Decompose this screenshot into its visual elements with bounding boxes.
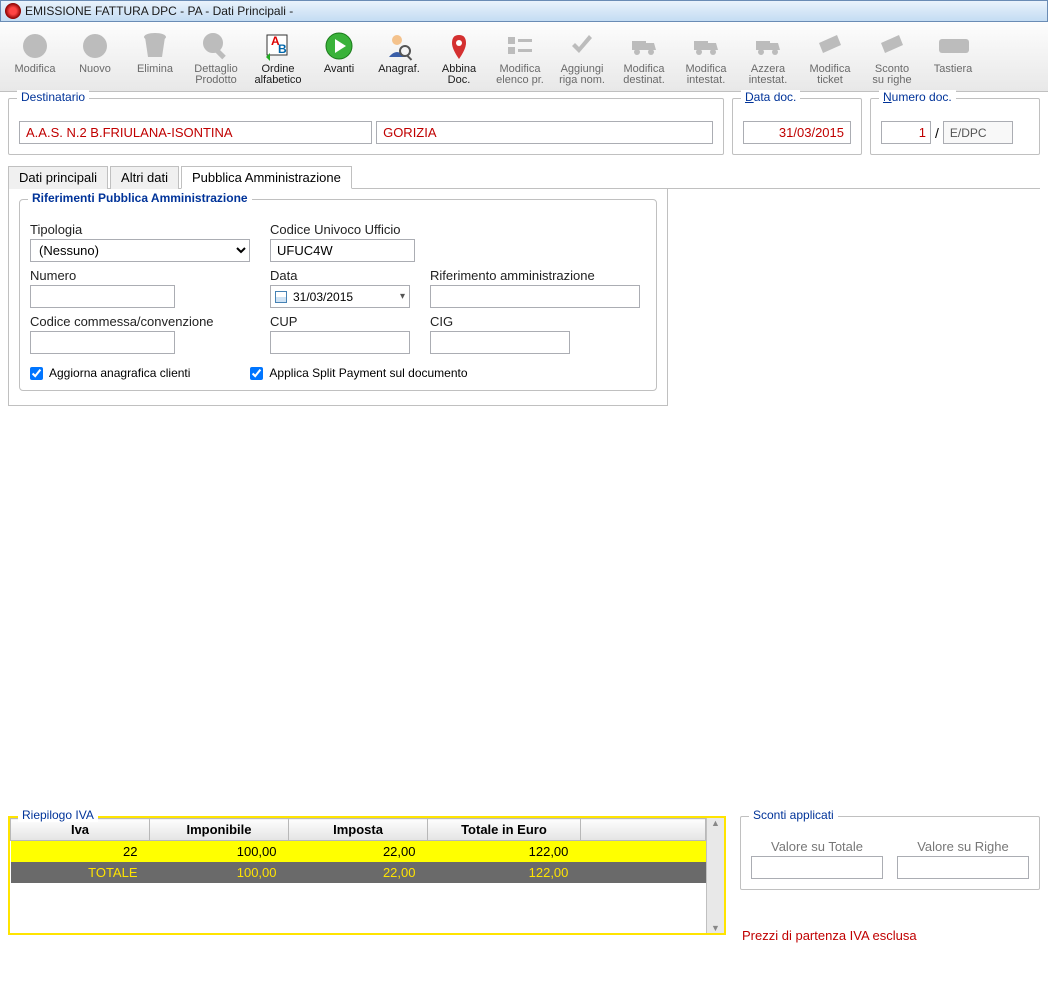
azzera-intestat-button[interactable]: Azzera intestat. bbox=[738, 25, 798, 89]
pa-legend: Riferimenti Pubblica Amministrazione bbox=[28, 191, 252, 205]
iva-h4: Totale in Euro bbox=[428, 819, 581, 841]
svg-text:B: B bbox=[278, 42, 287, 56]
pin-icon bbox=[443, 30, 475, 62]
modifica-elenco-button[interactable]: Modifica elenco pr. bbox=[490, 25, 550, 89]
rif-label: Riferimento amministrazione bbox=[430, 268, 640, 283]
chevron-down-icon: ▾ bbox=[400, 291, 405, 302]
tab-dati-principali[interactable]: Dati principali bbox=[8, 166, 108, 189]
destinatario-legend: Destinatario bbox=[17, 90, 89, 104]
modifica-ticket-button[interactable]: Modifica ticket bbox=[800, 25, 860, 89]
window-title: EMISSIONE FATTURA DPC - PA - Dati Princi… bbox=[25, 4, 293, 18]
pa-fieldset: Riferimenti Pubblica Amministrazione Tip… bbox=[19, 199, 657, 391]
cup-label: CUP bbox=[270, 314, 420, 329]
cig-input[interactable] bbox=[430, 331, 570, 354]
chk-aggiorna[interactable]: Aggiorna anagrafica clienti bbox=[30, 366, 190, 380]
data-label: Data bbox=[270, 268, 420, 283]
dettaglio-button[interactable]: Dettaglio Prodotto bbox=[186, 25, 246, 89]
scrollbar[interactable]: ▲ ▼ bbox=[706, 818, 724, 933]
tipologia-select[interactable]: (Nessuno) bbox=[30, 239, 250, 262]
codice-label: Codice Univoco Ufficio bbox=[270, 222, 640, 237]
sconto-button[interactable]: Sconto su righe bbox=[862, 25, 922, 89]
play-icon bbox=[323, 30, 355, 62]
aggiungi-riga-button[interactable]: Aggiungi riga nom. bbox=[552, 25, 612, 89]
modifica-intestat-button[interactable]: Modifica intestat. bbox=[676, 25, 736, 89]
numero-label: Numero bbox=[30, 268, 260, 283]
truck-icon bbox=[690, 30, 722, 62]
tab-pubblica-amministrazione[interactable]: Pubblica Amministrazione bbox=[181, 166, 352, 189]
numero-doc-box: Numero doc. / bbox=[870, 98, 1040, 155]
table-row[interactable]: 22100,0022,00122,00 bbox=[11, 841, 706, 863]
avanti-button[interactable]: Avanti bbox=[310, 25, 368, 89]
prezzi-note: Prezzi di partenza IVA esclusa bbox=[742, 928, 1040, 943]
calendar-icon bbox=[275, 291, 287, 303]
tabs: Dati principali Altri dati Pubblica Ammi… bbox=[8, 165, 1040, 189]
tipologia-label: Tipologia bbox=[30, 222, 260, 237]
numero-input[interactable] bbox=[30, 285, 175, 308]
truck-icon bbox=[628, 30, 660, 62]
valore-totale-input[interactable] bbox=[751, 856, 883, 879]
nuovo-button[interactable]: Nuovo bbox=[66, 25, 124, 89]
destinatario-box: Destinatario bbox=[8, 98, 724, 155]
commessa-input[interactable] bbox=[30, 331, 175, 354]
rif-input[interactable] bbox=[430, 285, 640, 308]
iva-h3: Imposta bbox=[289, 819, 428, 841]
destinatario-name-input[interactable] bbox=[19, 121, 372, 144]
sort-az-icon: AB bbox=[262, 30, 294, 62]
circle-icon bbox=[19, 30, 51, 62]
modifica-button[interactable]: Modifica bbox=[6, 25, 64, 89]
keyboard-icon bbox=[937, 30, 969, 62]
data-doc-input[interactable] bbox=[743, 121, 851, 144]
numero-doc-input[interactable] bbox=[881, 121, 931, 144]
valore-righe-input[interactable] bbox=[897, 856, 1029, 879]
iva-h5 bbox=[580, 819, 705, 841]
commessa-label: Codice commessa/convenzione bbox=[30, 314, 260, 329]
person-search-icon bbox=[383, 30, 415, 62]
magnify-icon bbox=[200, 30, 232, 62]
toolbar: Modifica Nuovo Elimina Dettaglio Prodott… bbox=[0, 22, 1048, 92]
anagraf-button[interactable]: Anagraf. bbox=[370, 25, 428, 89]
data-input[interactable]: 31/03/2015 ▾ bbox=[270, 285, 410, 308]
ticket-icon bbox=[876, 30, 908, 62]
codice-input[interactable] bbox=[270, 239, 415, 262]
truck-x-icon bbox=[752, 30, 784, 62]
tab-altri-dati[interactable]: Altri dati bbox=[110, 166, 179, 189]
valore-totale-label: Valore su Totale bbox=[751, 839, 883, 854]
iva-table: Iva Imponibile Imposta Totale in Euro 22… bbox=[10, 818, 706, 883]
ordine-button[interactable]: AB Ordine alfabetico bbox=[248, 25, 308, 89]
destinatario-city-input[interactable] bbox=[376, 121, 713, 144]
tastiera-button[interactable]: Tastiera bbox=[924, 25, 982, 89]
abbina-button[interactable]: Abbina Doc. bbox=[430, 25, 488, 89]
title-bar: EMISSIONE FATTURA DPC - PA - Dati Princi… bbox=[0, 0, 1048, 22]
ticket-icon bbox=[814, 30, 846, 62]
cig-label: CIG bbox=[430, 314, 640, 329]
modifica-destinat-button[interactable]: Modifica destinat. bbox=[614, 25, 674, 89]
valore-righe-label: Valore su Righe bbox=[897, 839, 1029, 854]
iva-h2: Imponibile bbox=[150, 819, 289, 841]
scroll-down-icon[interactable]: ▼ bbox=[707, 923, 724, 933]
iva-legend: Riepilogo IVA bbox=[18, 808, 98, 822]
sconti-legend: Sconti applicati bbox=[749, 808, 838, 822]
elimina-button[interactable]: Elimina bbox=[126, 25, 184, 89]
check-icon bbox=[566, 30, 598, 62]
serie-doc-input bbox=[943, 121, 1013, 144]
data-doc-box: Data doc. bbox=[732, 98, 862, 155]
scroll-up-icon[interactable]: ▲ bbox=[707, 818, 724, 828]
data-doc-legend: Data doc. bbox=[741, 90, 800, 104]
circle-icon bbox=[79, 30, 111, 62]
table-row-total: TOTALE100,0022,00122,00 bbox=[11, 862, 706, 883]
list-check-icon bbox=[504, 30, 536, 62]
sconti-box: Sconti applicati Valore su Totale Valore… bbox=[740, 816, 1040, 890]
app-icon bbox=[5, 3, 21, 19]
iva-box: Riepilogo IVA Iva Imponibile Imposta Tot… bbox=[8, 816, 726, 935]
cup-input[interactable] bbox=[270, 331, 410, 354]
delete-icon bbox=[139, 30, 171, 62]
numero-doc-legend: Numero doc. bbox=[879, 90, 956, 104]
chk-split-payment[interactable]: Applica Split Payment sul documento bbox=[250, 366, 467, 380]
slash: / bbox=[935, 125, 939, 141]
